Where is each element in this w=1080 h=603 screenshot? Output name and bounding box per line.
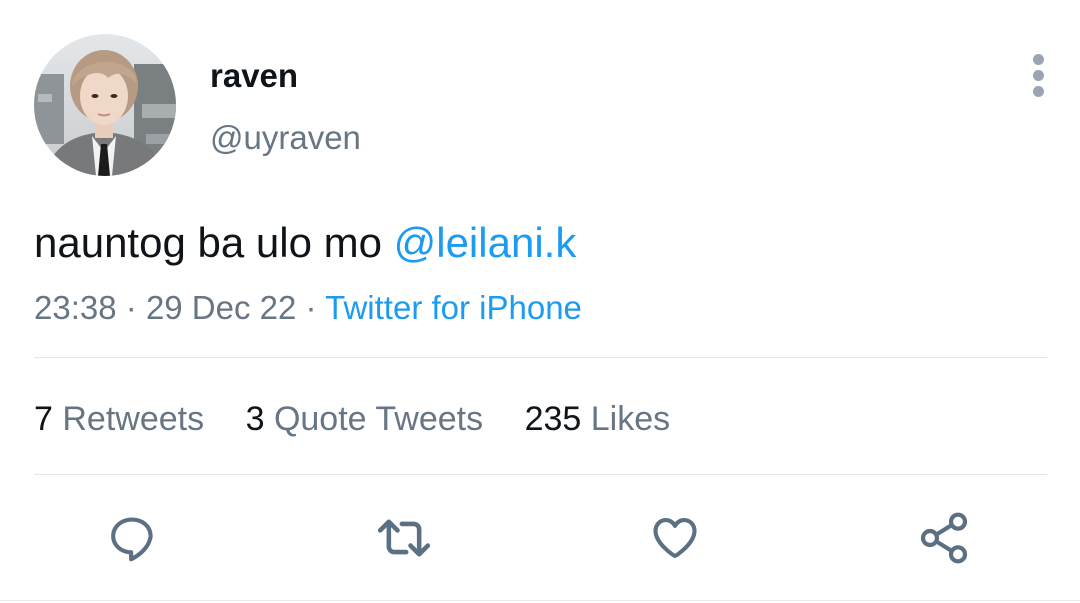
- retweet-button[interactable]: [371, 505, 437, 571]
- quote-tweets-count: 3: [245, 400, 265, 438]
- like-button[interactable]: [642, 505, 708, 571]
- meta-separator: ·: [125, 289, 137, 326]
- retweet-icon: [377, 519, 431, 557]
- more-options-button[interactable]: [1020, 50, 1058, 100]
- action-bar: [0, 505, 1080, 575]
- tweet-source-link[interactable]: Twitter for iPhone: [325, 289, 582, 326]
- divider: [34, 357, 1047, 358]
- mention-link[interactable]: @leilani.k: [394, 219, 577, 266]
- tweet-date: 29 Dec 22: [145, 289, 297, 326]
- avatar[interactable]: [34, 34, 176, 176]
- meta-separator: ·: [305, 289, 317, 326]
- reply-button[interactable]: [99, 505, 165, 571]
- share-icon: [920, 512, 968, 564]
- display-name[interactable]: raven: [210, 56, 298, 96]
- retweets-stat[interactable]: 7 Retweets: [34, 400, 204, 438]
- bottom-divider: [0, 600, 1080, 601]
- reply-icon: [111, 517, 153, 562]
- share-button[interactable]: [911, 505, 977, 571]
- avatar-photo: [34, 34, 176, 176]
- more-dot-icon: [1033, 86, 1044, 97]
- user-handle[interactable]: @uyraven: [210, 118, 361, 158]
- like-icon: [653, 517, 697, 559]
- more-dot-icon: [1033, 54, 1044, 65]
- engagement-stats: 7 Retweets 3 Quote Tweets 235 Likes: [34, 398, 702, 440]
- likes-count: 235: [524, 400, 582, 438]
- likes-label: Likes: [590, 400, 671, 438]
- quote-tweets-stat[interactable]: 3 Quote Tweets: [246, 400, 484, 438]
- tweet-text: nauntog ba ulo mo @leilani.k: [34, 218, 576, 268]
- tweet-detail: raven @uyraven nauntog ba ulo mo @leilan…: [0, 0, 1080, 603]
- tweet-time: 23:38: [34, 289, 117, 326]
- likes-stat[interactable]: 235 Likes: [525, 400, 671, 438]
- retweets-count: 7: [34, 400, 53, 438]
- tweet-metadata: 23:38 · 29 Dec 22 · Twitter for iPhone: [34, 288, 582, 328]
- tweet-body: nauntog ba ulo mo: [34, 219, 394, 266]
- retweets-label: Retweets: [62, 400, 205, 438]
- quote-tweets-label: Quote Tweets: [273, 400, 484, 438]
- more-dot-icon: [1033, 70, 1044, 81]
- divider: [34, 474, 1047, 475]
